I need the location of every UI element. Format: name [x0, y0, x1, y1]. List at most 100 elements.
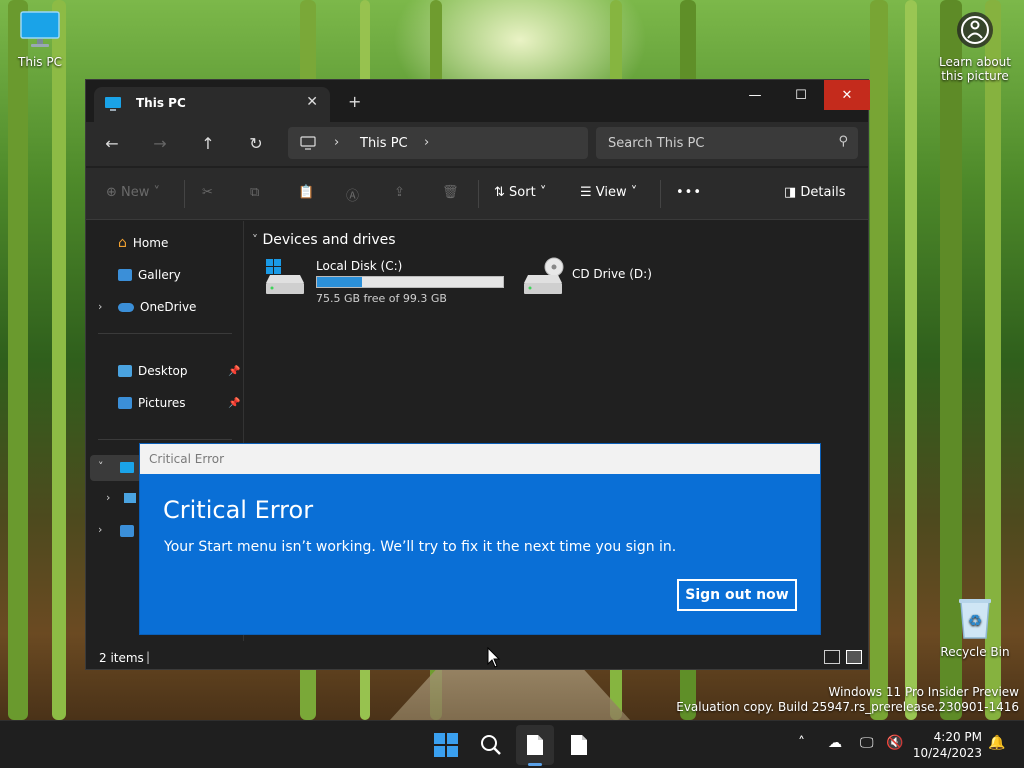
sidebar-divider: [98, 439, 232, 440]
sidebar-item-gallery[interactable]: Gallery: [118, 263, 181, 287]
status-bar: 2 items |: [86, 648, 868, 670]
tiles-view-icon[interactable]: [846, 650, 862, 664]
chevron-right-icon[interactable]: ›: [98, 300, 102, 313]
dialog-message: Your Start menu isn’t working. We’ll try…: [164, 539, 677, 555]
share-icon[interactable]: ⇪: [394, 185, 405, 200]
recycle-bin-icon: ♻: [959, 599, 991, 639]
maximize-button[interactable]: ☐: [778, 80, 824, 110]
chevron-right-icon[interactable]: ›: [424, 135, 429, 150]
details-view-icon[interactable]: [824, 650, 840, 664]
desktop-icon-this-pc[interactable]: This PC: [0, 10, 80, 69]
sidebar-item-pictures[interactable]: Pictures: [118, 391, 186, 415]
view-button[interactable]: ☰ View ˅: [580, 185, 637, 200]
up-arrow-icon[interactable]: ↑: [196, 134, 220, 154]
refresh-icon[interactable]: ↻: [244, 134, 268, 154]
chevron-right-icon[interactable]: ›: [106, 491, 110, 504]
dialog-title-bar: Critical Error: [140, 444, 820, 474]
sidebar-item-label: OneDrive: [140, 300, 197, 314]
network-drive-icon: [124, 493, 136, 503]
drive-free-space: 75.5 GB free of 99.3 GB: [316, 292, 447, 305]
search-box[interactable]: ⚲: [596, 127, 858, 159]
copy-icon[interactable]: ⧉: [250, 185, 259, 200]
sign-out-now-button[interactable]: Sign out now: [677, 579, 797, 611]
monitor-icon: [120, 462, 134, 473]
sidebar-item-desktop[interactable]: Desktop: [118, 359, 188, 383]
sort-label: Sort: [509, 185, 536, 200]
taskbar-app-document[interactable]: [565, 731, 593, 759]
new-label: New: [121, 185, 150, 200]
chevron-right-icon[interactable]: ›: [98, 523, 102, 536]
document-icon: [571, 735, 587, 755]
drive-item-c[interactable]: Local Disk (C:) 75.5 GB free of 99.3 GB: [262, 257, 508, 307]
view-label: View: [595, 185, 627, 200]
search-input[interactable]: [608, 134, 818, 152]
drive-name: Local Disk (C:): [316, 259, 403, 273]
gallery-icon: [118, 269, 132, 281]
desktop-icon-label: Recycle Bin: [940, 645, 1010, 659]
group-header-devices[interactable]: ˅ Devices and drives: [252, 232, 396, 248]
desktop-icon-learn-about-picture[interactable]: Learn about this picture: [935, 10, 1015, 83]
dialog-heading: Critical Error: [163, 496, 314, 524]
watermark-line-1: Windows 11 Pro Insider Preview: [828, 685, 1019, 699]
windows-logo-icon: [434, 733, 458, 757]
details-button[interactable]: ◨ Details: [784, 185, 846, 200]
toolbar-divider: [478, 180, 479, 208]
onedrive-offline-icon[interactable]: ☁: [828, 735, 842, 751]
address-bar[interactable]: › This PC ›: [288, 127, 588, 159]
status-divider: |: [146, 650, 151, 664]
delete-icon[interactable]: 🗑: [442, 185, 459, 200]
sidebar-item-label: Desktop: [138, 364, 188, 378]
breadcrumb[interactable]: This PC: [360, 136, 408, 151]
clock-time: 4:20 PM: [933, 730, 982, 744]
sidebar-item-label: Home: [132, 236, 169, 250]
group-header-label: Devices and drives: [262, 232, 396, 248]
pictures-folder-icon: [118, 397, 132, 409]
network-icon: [120, 525, 134, 537]
pin-icon[interactable]: 📌: [228, 398, 240, 409]
start-button[interactable]: [432, 731, 460, 759]
paste-icon[interactable]: 📋: [298, 185, 314, 200]
network-icon[interactable]: 🖵: [860, 735, 874, 751]
search-icon: [481, 735, 501, 755]
rename-icon[interactable]: Ⓐ: [346, 185, 359, 204]
volume-muted-icon[interactable]: 🔇: [886, 735, 903, 751]
drive-item-d[interactable]: CD Drive (D:): [520, 257, 680, 307]
chevron-up-icon[interactable]: ˄: [798, 735, 805, 751]
tab-this-pc[interactable]: This PC ✕: [94, 87, 330, 122]
desktop-folder-icon: [118, 365, 132, 377]
sidebar-item-home[interactable]: ⌂ Home: [118, 231, 168, 255]
toolbar-divider: [660, 180, 661, 208]
close-button[interactable]: ✕: [824, 80, 870, 110]
back-arrow-icon[interactable]: ←: [100, 134, 124, 154]
chevron-down-icon[interactable]: ˅: [98, 460, 104, 473]
new-button[interactable]: ⊕ New ˅: [106, 185, 160, 200]
command-bar: ⊕ New ˅ ✂ ⧉ 📋 Ⓐ ⇪ 🗑 ⇅ Sort ˅ ☰ View ˅ ••…: [86, 168, 868, 220]
sidebar-divider: [98, 333, 232, 334]
search-button[interactable]: [477, 731, 505, 759]
cut-icon[interactable]: ✂: [202, 185, 213, 200]
monitor-icon: [20, 11, 60, 47]
tab-close-button[interactable]: ✕: [306, 94, 318, 110]
drive-usage-fill: [317, 277, 362, 287]
more-options-button[interactable]: •••: [676, 185, 702, 200]
sidebar-item-label: Gallery: [138, 268, 181, 282]
info-circle-icon: [957, 12, 993, 48]
minimize-button[interactable]: —: [732, 80, 778, 110]
document-icon: [527, 735, 543, 755]
forward-arrow-icon[interactable]: →: [148, 134, 172, 154]
sidebar-item-onedrive[interactable]: OneDrive: [118, 295, 196, 319]
title-bar: This PC ✕ + — ☐ ✕: [86, 80, 870, 122]
critical-error-dialog: Critical Error Critical Error Your Start…: [139, 443, 821, 635]
mouse-pointer-icon: [487, 647, 501, 668]
cloud-icon: [118, 302, 134, 312]
desktop-icon-recycle-bin[interactable]: ♻ Recycle Bin: [935, 596, 1015, 659]
sort-button[interactable]: ⇅ Sort ˅: [494, 185, 546, 200]
navigation-bar: ← → ↑ ↻ › This PC › ⚲: [86, 122, 868, 166]
sidebar-item-this-pc[interactable]: ˅: [90, 455, 142, 481]
pin-icon[interactable]: 📌: [228, 366, 240, 377]
notification-bell-icon[interactable]: 🔔: [988, 735, 1005, 751]
taskbar-app-file-explorer[interactable]: [521, 731, 549, 759]
new-tab-button[interactable]: +: [348, 92, 361, 111]
system-clock[interactable]: 4:20 PM 10/24/2023: [910, 729, 982, 761]
item-count: 2 items: [99, 651, 144, 665]
